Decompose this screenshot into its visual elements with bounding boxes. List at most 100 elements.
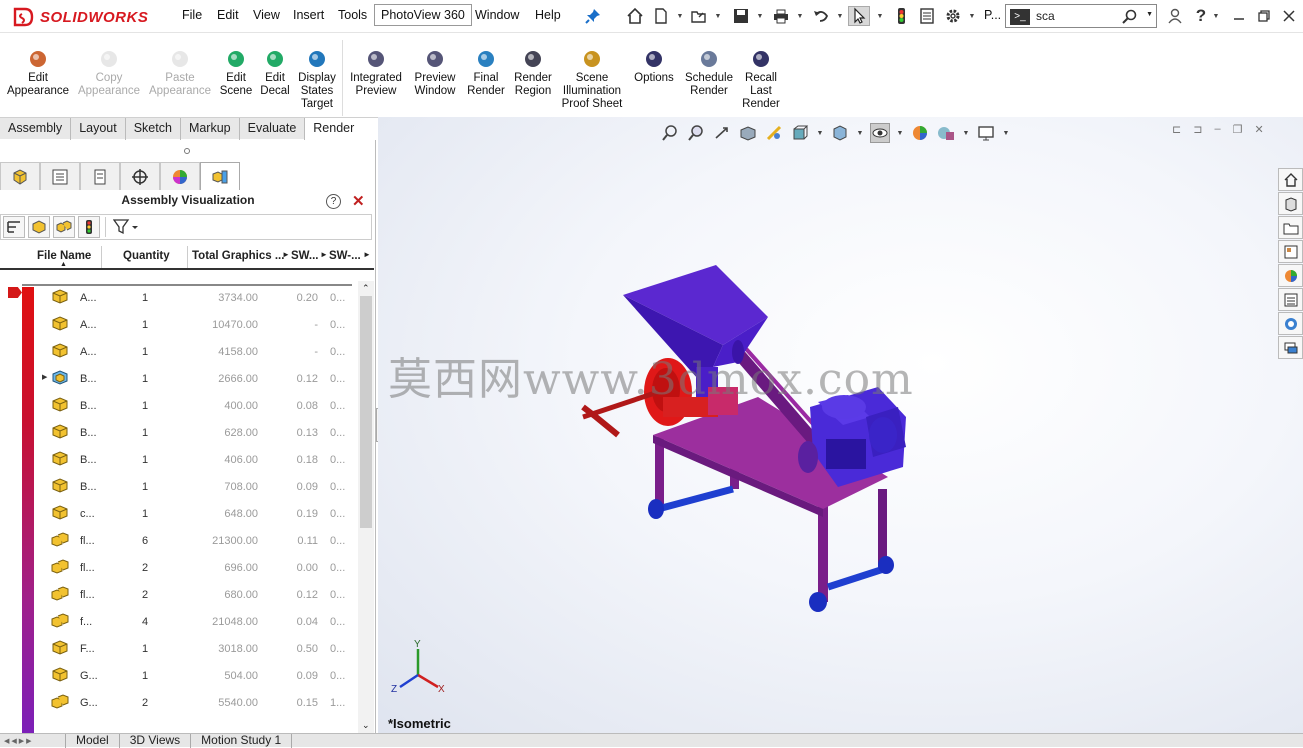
col-sw1[interactable]: SW... — [291, 250, 318, 262]
user-account-icon[interactable] — [1164, 6, 1186, 26]
open-dropdown[interactable]: ▼ — [714, 6, 722, 26]
table-row[interactable]: f... 4 21048.00 0.04 0... — [0, 607, 358, 634]
undo-icon[interactable] — [810, 6, 832, 26]
apply-scene-icon[interactable] — [936, 123, 956, 143]
edit-appearance-button[interactable]: Edit Appearance — [0, 48, 78, 98]
previous-view-icon[interactable] — [712, 123, 732, 143]
display-manager-tab[interactable] — [160, 162, 200, 190]
tab-model[interactable]: Model — [66, 734, 120, 748]
pin-icon[interactable] — [582, 6, 604, 26]
undo-dropdown[interactable]: ▼ — [836, 6, 844, 26]
custom-properties-icon[interactable] — [1278, 288, 1303, 311]
view-palette-icon[interactable] — [1278, 240, 1303, 263]
configuration-manager-tab[interactable] — [80, 162, 120, 190]
table-row[interactable]: G... 2 5540.00 0.15 1... — [0, 688, 358, 715]
menu-file[interactable]: File — [182, 8, 202, 22]
solidworks-resources-icon[interactable] — [1278, 168, 1303, 191]
table-row[interactable]: fl... 2 696.00 0.00 0... — [0, 553, 358, 580]
tab-markup[interactable]: Markup — [181, 118, 240, 140]
expand-arrow-icon[interactable]: ▶ — [42, 373, 47, 381]
solidworks-chat-icon[interactable] — [1278, 336, 1303, 359]
machine-model[interactable]: Y X Z — [378, 117, 1303, 733]
search-dropdown-icon[interactable]: ▼ — [1146, 11, 1153, 18]
menu-window[interactable]: Window — [475, 8, 519, 22]
group-identical-icon[interactable] — [53, 216, 75, 238]
viewport-minimize-icon[interactable]: – — [1214, 123, 1220, 136]
table-row[interactable]: F... 1 3018.00 0.50 0... — [0, 634, 358, 661]
select-cursor-icon[interactable] — [848, 6, 870, 26]
file-explorer-icon[interactable] — [1278, 216, 1303, 239]
view-settings-icon[interactable] — [976, 123, 996, 143]
last-tab-icon[interactable]: ▶ — [26, 737, 31, 745]
view-orientation-icon[interactable] — [790, 123, 810, 143]
panel-grip[interactable] — [184, 148, 190, 154]
select-dropdown[interactable]: ▼ — [876, 6, 884, 26]
tab-sketch[interactable]: Sketch — [126, 118, 181, 140]
panel-close-icon[interactable]: ✕ — [352, 192, 365, 210]
search-input[interactable]: sca — [1036, 9, 1055, 23]
save-icon[interactable] — [730, 6, 752, 26]
table-row[interactable]: B... 1 406.00 0.18 0... — [0, 445, 358, 472]
table-row[interactable]: A... 1 10470.00 -0... — [0, 310, 358, 337]
prev-tab-icon[interactable]: ◀ — [11, 737, 16, 745]
table-row[interactable]: c... 1 648.00 0.19 0... — [0, 499, 358, 526]
scrollbar-thumb[interactable] — [360, 296, 372, 528]
profile-menu[interactable]: P... — [984, 8, 1001, 22]
new-dropdown[interactable]: ▼ — [676, 6, 684, 26]
menu-help[interactable]: Help — [535, 8, 561, 22]
tab-motion-study[interactable]: Motion Study 1 — [191, 734, 293, 748]
property-manager-tab[interactable] — [40, 162, 80, 190]
col-quantity[interactable]: Quantity — [123, 250, 170, 262]
open-folder-icon[interactable] — [688, 6, 710, 26]
recall-render-button[interactable]: Recall Last Render — [721, 48, 801, 111]
section-view-icon[interactable] — [738, 123, 758, 143]
next-tab-icon[interactable]: ▶ — [19, 737, 24, 745]
rebuild-traffic-light-icon[interactable] — [890, 6, 912, 26]
tab-scroll-arrows[interactable]: ◀ ◀ ▶ ▶ — [0, 734, 66, 748]
panel-help-icon[interactable]: ? — [326, 194, 341, 209]
viewport-next-icon[interactable]: ⊐ — [1193, 123, 1202, 136]
design-library-icon[interactable] — [1278, 192, 1303, 215]
print-icon[interactable] — [770, 6, 792, 26]
col-divider[interactable] — [101, 246, 102, 268]
dynamic-annotation-icon[interactable] — [764, 123, 784, 143]
viewport-prev-icon[interactable]: ⊏ — [1172, 123, 1181, 136]
view-settings-dropdown[interactable]: ▼ — [1002, 123, 1010, 143]
table-row[interactable]: B... 1 708.00 0.09 0... — [0, 472, 358, 499]
filter-icon[interactable] — [111, 216, 141, 238]
help-dropdown[interactable]: ▼ — [1212, 6, 1220, 26]
display-style-dropdown[interactable]: ▼ — [856, 123, 864, 143]
zoom-to-fit-icon[interactable] — [660, 123, 680, 143]
dimxpert-tab[interactable] — [120, 162, 160, 190]
tab-evaluate[interactable]: Evaluate — [240, 118, 306, 140]
restore-icon[interactable] — [1253, 6, 1275, 26]
performance-icon[interactable] — [78, 216, 100, 238]
col-total-graphics[interactable]: Total Graphics ... — [192, 250, 284, 262]
zoom-to-area-icon[interactable] — [686, 123, 706, 143]
viewport-close-icon[interactable]: ✕ — [1254, 123, 1263, 136]
table-row[interactable]: fl... 6 21300.00 0.11 0... — [0, 526, 358, 553]
view-orientation-dropdown[interactable]: ▼ — [816, 123, 824, 143]
search-box[interactable]: >_ sca ▼ — [1005, 4, 1157, 28]
close-window-icon[interactable] — [1278, 6, 1300, 26]
edit-appearance-view-icon[interactable] — [910, 123, 930, 143]
options-dropdown[interactable]: ▼ — [968, 6, 976, 26]
table-row[interactable]: A... 1 3734.00 0.20 0... — [0, 283, 358, 310]
tab-3d-views[interactable]: 3D Views — [120, 734, 192, 748]
home-icon[interactable] — [624, 6, 646, 26]
new-document-icon[interactable] — [650, 6, 672, 26]
table-row[interactable]: G... 1 504.00 0.09 0... — [0, 661, 358, 688]
file-properties-icon[interactable] — [916, 6, 938, 26]
menu-tools[interactable]: Tools — [338, 8, 367, 22]
table-row[interactable]: ▶ B... 1 2666.00 0.12 0... — [0, 364, 358, 391]
assembly-visualization-tab[interactable] — [200, 162, 240, 190]
first-tab-icon[interactable]: ◀ — [4, 737, 9, 745]
minimize-icon[interactable] — [1228, 6, 1250, 26]
scroll-up-icon[interactable]: ⌃ — [362, 283, 370, 294]
graphics-area[interactable]: Y X Z — [378, 117, 1303, 733]
hide-show-items-icon[interactable] — [870, 123, 890, 143]
viewport-restore-icon[interactable]: ❐ — [1233, 123, 1243, 136]
col-divider[interactable] — [187, 246, 188, 268]
solidworks-forum-icon[interactable] — [1278, 312, 1303, 335]
table-row[interactable]: B... 1 628.00 0.13 0... — [0, 418, 358, 445]
